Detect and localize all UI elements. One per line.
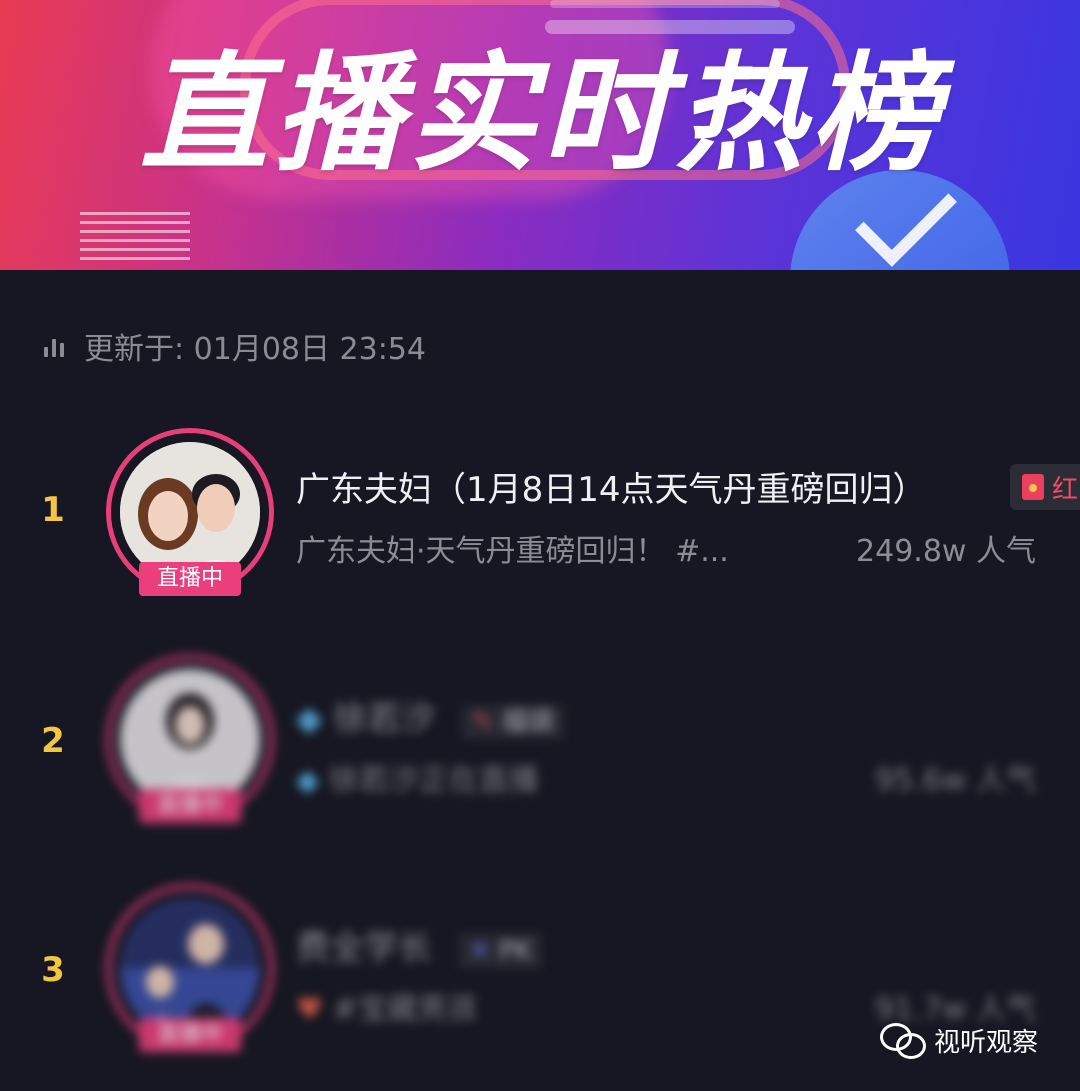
streamer-name[interactable]: 广东夫妇（1月8日14点天气丹重磅回归） xyxy=(296,462,927,511)
popularity-count: 249.8w 人气 xyxy=(856,534,1036,569)
watermark: 视听观察 xyxy=(880,1022,1038,1059)
diamond-icon: ◆ xyxy=(296,699,333,739)
list-item[interactable]: 2 直播中 ◆ 徐若汐 ✎ 福袋 ◆ 徐若汐正在直播 95.6w 人气 xyxy=(0,655,1080,835)
stream-subtitle: 广东夫妇·天气丹重磅回归！ #... xyxy=(296,534,729,569)
header-banner: 直播实时热榜 xyxy=(0,0,1080,270)
red-packet-icon xyxy=(1022,474,1044,500)
avatar[interactable]: 直播中 xyxy=(106,428,274,596)
streamer-name[interactable]: 费全学长 ✕ PK xyxy=(296,920,542,969)
banner-title: 直播实时热榜 xyxy=(140,40,945,189)
rank-number: 1 xyxy=(41,490,65,530)
heart-icon: ♥ xyxy=(296,992,333,1027)
tag-icon: ✎ xyxy=(471,707,502,737)
wechat-logo-icon xyxy=(880,1022,926,1059)
avatar[interactable]: 直播中 xyxy=(106,655,274,823)
tag-badge: ✎ 福袋 xyxy=(461,705,564,739)
stream-subtitle: ◆ 徐若汐正在直播 xyxy=(296,763,539,798)
rank-number: 3 xyxy=(41,950,65,990)
update-time-label: 更新于: 01月08日 23:54 xyxy=(84,332,426,367)
pk-icon: ✕ xyxy=(468,936,499,966)
live-badge: 直播中 xyxy=(139,1018,241,1052)
rank-number: 2 xyxy=(41,721,65,761)
streamer-name[interactable]: ◆ 徐若汐 ✎ 福袋 xyxy=(296,691,564,740)
live-badge: 直播中 xyxy=(139,562,241,596)
list-item[interactable]: 1 直播中 广东夫妇（1月8日14点天气丹重磅回归） 广东夫妇·天气丹重磅回归！… xyxy=(0,428,1080,608)
popularity-count: 95.6w 人气 xyxy=(875,763,1036,798)
red-packet-tag[interactable]: 红 xyxy=(1010,464,1080,510)
tag-badge: ✕ PK xyxy=(458,934,542,968)
update-time: 更新于: 01月08日 23:54 xyxy=(44,326,426,367)
diamond-icon: ◆ xyxy=(296,763,329,798)
bar-chart-icon xyxy=(44,335,66,357)
live-badge: 直播中 xyxy=(139,789,241,823)
avatar[interactable]: 直播中 xyxy=(106,884,274,1052)
watermark-text: 视听观察 xyxy=(934,1028,1039,1058)
stream-subtitle: ♥ #宝藏男孩 xyxy=(296,992,478,1027)
